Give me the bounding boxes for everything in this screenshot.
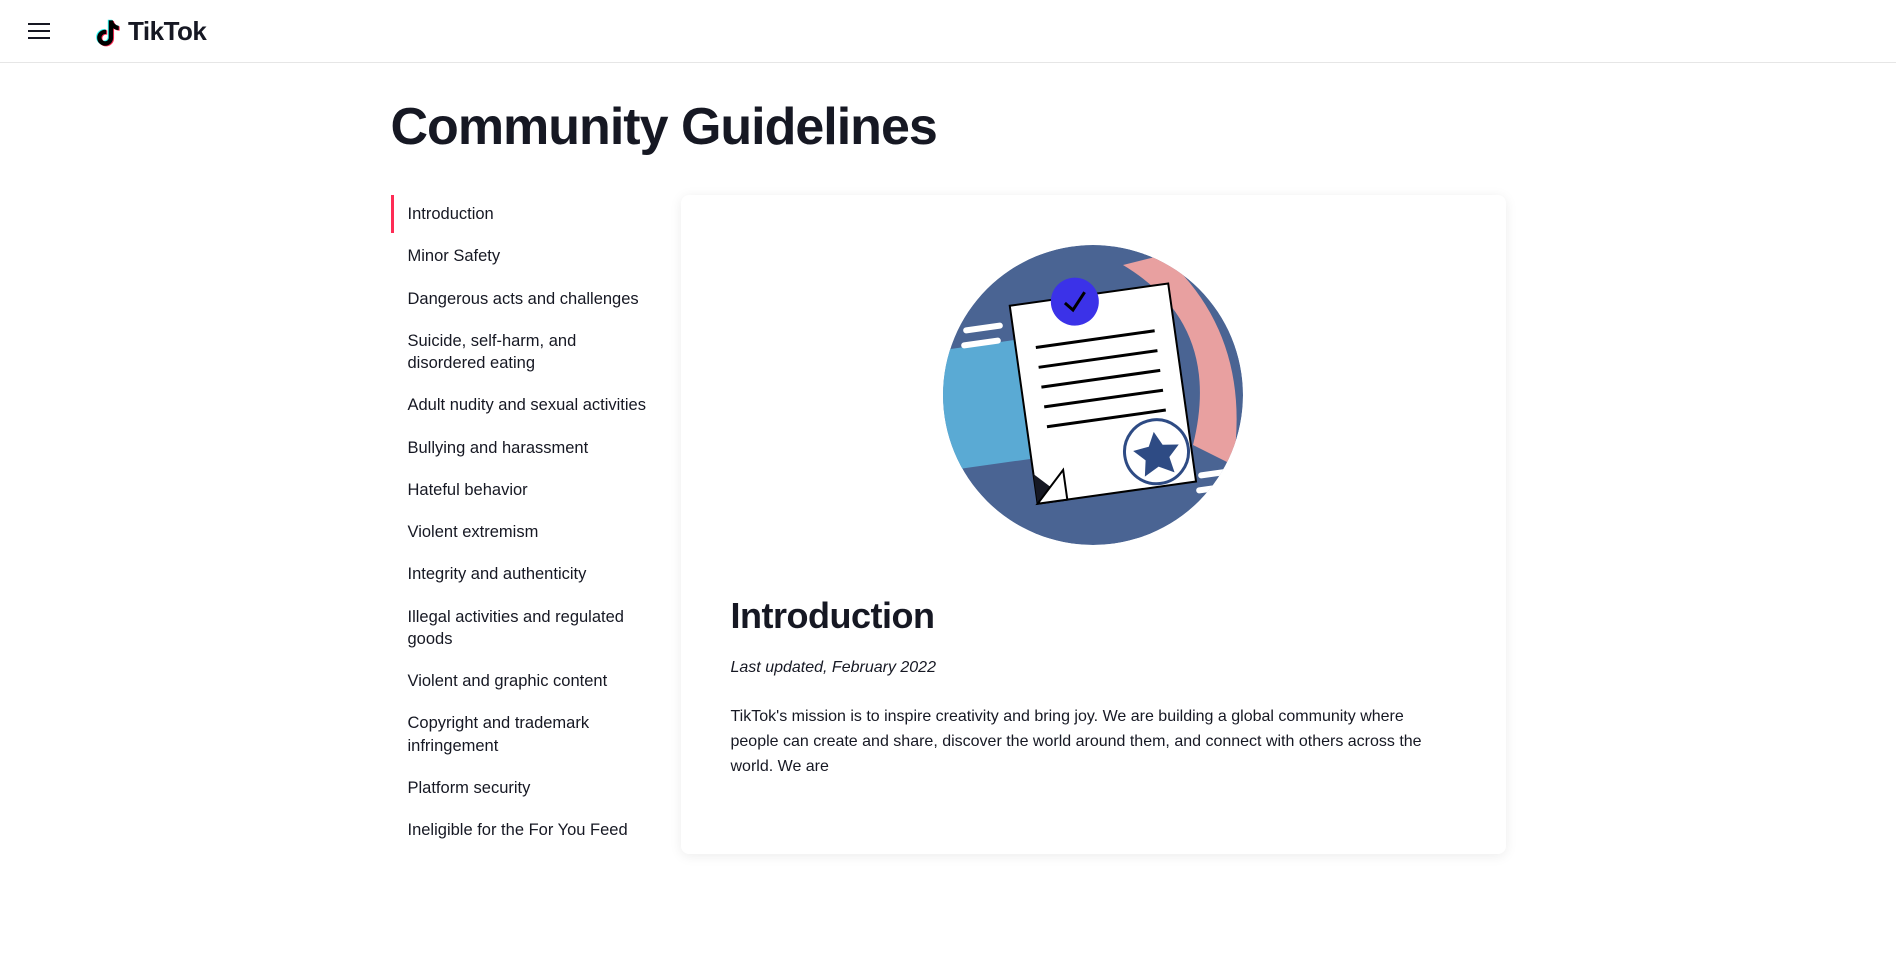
page-title: Community Guidelines — [391, 97, 1506, 157]
brand-name: TikTok — [128, 16, 206, 47]
last-updated-text: Last updated, February 2022 — [731, 659, 1456, 677]
content-card: Introduction Last updated, February 2022… — [681, 195, 1506, 854]
sidebar-item-12[interactable]: Platform security — [391, 769, 651, 807]
sidebar-item-2[interactable]: Dangerous acts and challenges — [391, 280, 651, 318]
hamburger-menu-icon[interactable] — [28, 20, 50, 42]
content-heading: Introduction — [731, 595, 1456, 637]
content-body: TikTok's mission is to inspire creativit… — [731, 705, 1456, 779]
sidebar-item-8[interactable]: Integrity and authenticity — [391, 555, 651, 593]
sidebar-item-6[interactable]: Hateful behavior — [391, 471, 651, 509]
sidebar-item-13[interactable]: Ineligible for the For You Feed — [391, 811, 651, 849]
sidebar-item-4[interactable]: Adult nudity and sexual activities — [391, 386, 651, 424]
sidebar-item-0[interactable]: Introduction — [391, 195, 651, 233]
tiktok-logo[interactable]: TikTok — [94, 14, 206, 48]
sidebar-item-5[interactable]: Bullying and harassment — [391, 429, 651, 467]
sidebar-item-1[interactable]: Minor Safety — [391, 237, 651, 275]
document-illustration — [731, 245, 1456, 545]
sidebar-nav: Introduction Minor Safety Dangerous acts a… — [391, 195, 651, 854]
sidebar-item-9[interactable]: Illegal activities and regulated goods — [391, 598, 651, 659]
sidebar-item-7[interactable]: Violent extremism — [391, 513, 651, 551]
header: TikTok — [0, 0, 1896, 63]
sidebar-item-10[interactable]: Violent and graphic content — [391, 662, 651, 700]
sidebar-item-11[interactable]: Copyright and trademark infringement — [391, 704, 651, 765]
sidebar-item-3[interactable]: Suicide, self-harm, and disordered eatin… — [391, 322, 651, 383]
tiktok-note-icon — [94, 14, 124, 48]
